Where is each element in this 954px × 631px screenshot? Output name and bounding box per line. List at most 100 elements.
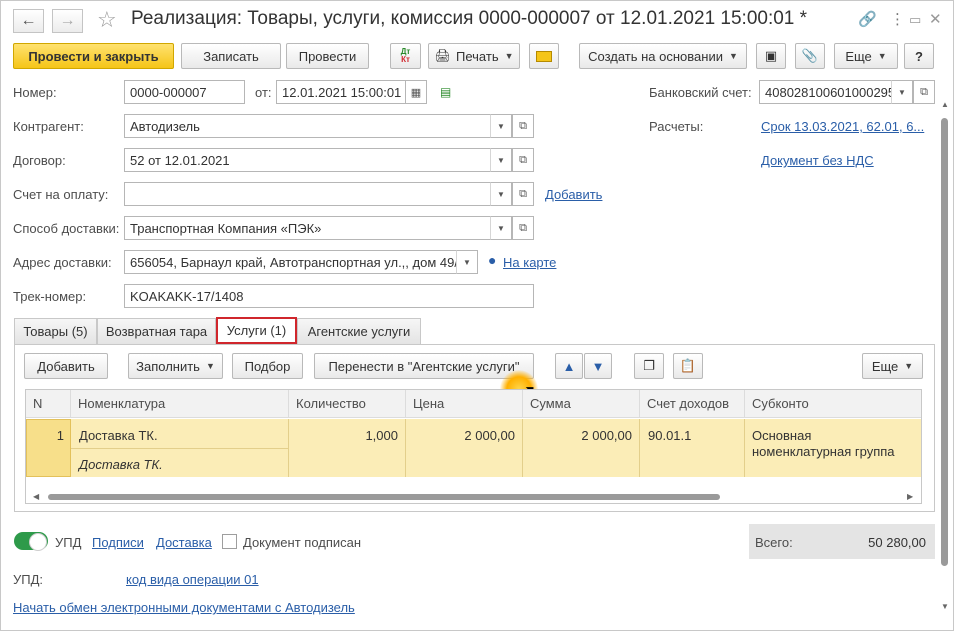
arrow-left-icon: ← [20,12,37,29]
scroll-left-icon[interactable]: ◀ [33,492,39,501]
add-row-button[interactable]: Добавить [24,353,108,379]
date-field[interactable]: 12.01.2021 15:00:01 [276,80,406,104]
invoice-field[interactable] [124,182,491,206]
printer-icon: 🖨 [434,48,451,63]
bank-account-open[interactable]: ⧉ [913,80,935,104]
chevron-down-icon: ▼ [497,121,505,131]
post-button[interactable]: Провести [286,43,369,69]
edo-exchange-link[interactable]: Начать обмен электронными документами с … [13,600,355,615]
contract-open[interactable]: ⧉ [512,148,534,172]
post-and-close-button[interactable]: Провести и закрыть [13,43,174,69]
column-header-n[interactable]: N [26,390,71,418]
column-header-nomenclature[interactable]: Номенклатура [71,390,289,418]
row-quantity[interactable]: 1,000 [289,428,398,443]
back-button[interactable]: ← [13,9,44,33]
total-label: Всего: [755,535,793,550]
settlements-label: Расчеты: [649,119,704,134]
row-nomenclature[interactable]: Доставка ТК. [79,428,158,443]
bank-account-field[interactable]: 40802810060100029542 [759,80,892,104]
upd-label: УПД: [13,572,44,587]
scroll-down-icon[interactable]: ▼ [941,602,949,611]
tab-services[interactable]: Услуги (1) [216,317,297,344]
maximize-icon[interactable]: ▭ [909,12,921,28]
row-income-account[interactable]: 90.01.1 [648,428,691,443]
create-based-label: Создать на основании [588,48,723,64]
table-more-label: Еще [871,358,899,374]
copy-button[interactable]: ❐ [634,353,664,379]
delivery-method-open[interactable]: ⧉ [512,216,534,240]
dt-kt-button[interactable]: Дт Кт [390,43,421,69]
delivery-method-dropdown[interactable]: ▼ [490,216,512,240]
open-icon: ⧉ [519,119,527,132]
row-subconto-line2[interactable]: номенклатурная группа [752,444,895,459]
print-label: Печать [456,48,499,64]
row-sum[interactable]: 2 000,00 [523,428,632,443]
close-icon[interactable]: ✕ [929,10,942,28]
attach-button[interactable]: 📎 [795,43,825,69]
scroll-up-icon[interactable]: ▲ [941,100,949,109]
more-vertical-icon[interactable]: ⋮ [890,10,905,28]
on-map-link[interactable]: На карте [503,255,556,270]
column-header-quantity[interactable]: Количество [289,390,406,418]
structure-icon: ▣ [764,48,778,63]
tab-goods[interactable]: Товары (5) [14,318,97,344]
selection-button[interactable]: Подбор [232,353,303,379]
paste-button[interactable]: 📋 [673,353,703,379]
envelope-icon [536,50,552,62]
delivery-address-dropdown[interactable]: ▼ [456,250,478,274]
track-number-field[interactable]: KOAKAKK-17/1408 [124,284,534,308]
horizontal-scrollbar-thumb[interactable] [48,494,720,500]
tab-agent-services[interactable]: Агентские услуги [297,318,421,344]
email-button[interactable] [529,43,559,69]
move-to-agent-services-button[interactable]: Перенести в "Агентские услуги" [314,353,534,379]
calendar-button[interactable]: ▦ [405,80,427,104]
signatures-link[interactable]: Подписи [92,535,144,550]
document-signed-label: Документ подписан [243,535,362,550]
structure-button[interactable]: ▣ [756,43,786,69]
favorite-star-icon[interactable]: ☆ [97,7,117,33]
column-header-price[interactable]: Цена [406,390,523,418]
column-header-subconto[interactable]: Субконто [745,390,921,418]
move-down-button[interactable]: ▼ [584,353,612,379]
contract-field[interactable]: 52 от 12.01.2021 [124,148,491,172]
scroll-right-icon[interactable]: ▶ [907,492,913,501]
contract-dropdown[interactable]: ▼ [490,148,512,172]
map-pin-icon[interactable]: ● [488,252,496,268]
counterparty-dropdown[interactable]: ▼ [490,114,512,138]
settlements-link[interactable]: Срок 13.03.2021, 62.01, 6... [761,119,924,134]
status-icon[interactable]: ▤ [440,85,451,99]
invoice-dropdown[interactable]: ▼ [490,182,512,206]
forward-button[interactable]: → [52,9,83,33]
bank-account-dropdown[interactable]: ▼ [891,80,913,104]
counterparty-open[interactable]: ⧉ [512,114,534,138]
invoice-open[interactable]: ⧉ [512,182,534,206]
delivery-address-field[interactable]: 656054, Барнаул край, Автотранспортная у… [124,250,457,274]
number-field[interactable]: 0000-000007 [124,80,245,104]
arrow-right-icon: → [59,12,76,29]
tab-returnable-packaging[interactable]: Возвратная тара [97,318,216,344]
help-button[interactable]: ? [904,43,934,69]
delivery-method-field[interactable]: Транспортная Компания «ПЭК» [124,216,491,240]
operation-code-link[interactable]: код вида операции 01 [126,572,259,587]
row-price[interactable]: 2 000,00 [406,428,515,443]
counterparty-field[interactable]: Автодизель [124,114,491,138]
delivery-link[interactable]: Доставка [156,535,212,550]
create-based-on-button[interactable]: Создать на основании ▼ [579,43,747,69]
move-up-button[interactable]: ▲ [555,353,583,379]
print-button[interactable]: 🖨 Печать ▼ [428,43,520,69]
vat-document-link[interactable]: Документ без НДС [761,153,874,168]
column-header-income-account[interactable]: Счет доходов [640,390,745,418]
more-button[interactable]: Еще ▼ [834,43,898,69]
link-icon[interactable]: 🔗 [858,10,877,28]
vertical-scrollbar-thumb[interactable] [941,118,948,566]
write-button[interactable]: Записать [181,43,281,69]
document-signed-checkbox[interactable] [222,534,237,549]
row-content[interactable]: Доставка ТК. [79,457,163,472]
more-label: Еще [845,48,872,64]
upd-toggle[interactable] [14,532,48,551]
column-header-sum[interactable]: Сумма [523,390,640,418]
add-invoice-link[interactable]: Добавить [545,187,602,202]
row-subconto-line1[interactable]: Основная [752,428,811,443]
table-more-button[interactable]: Еще ▼ [862,353,923,379]
fill-button[interactable]: Заполнить ▼ [128,353,223,379]
